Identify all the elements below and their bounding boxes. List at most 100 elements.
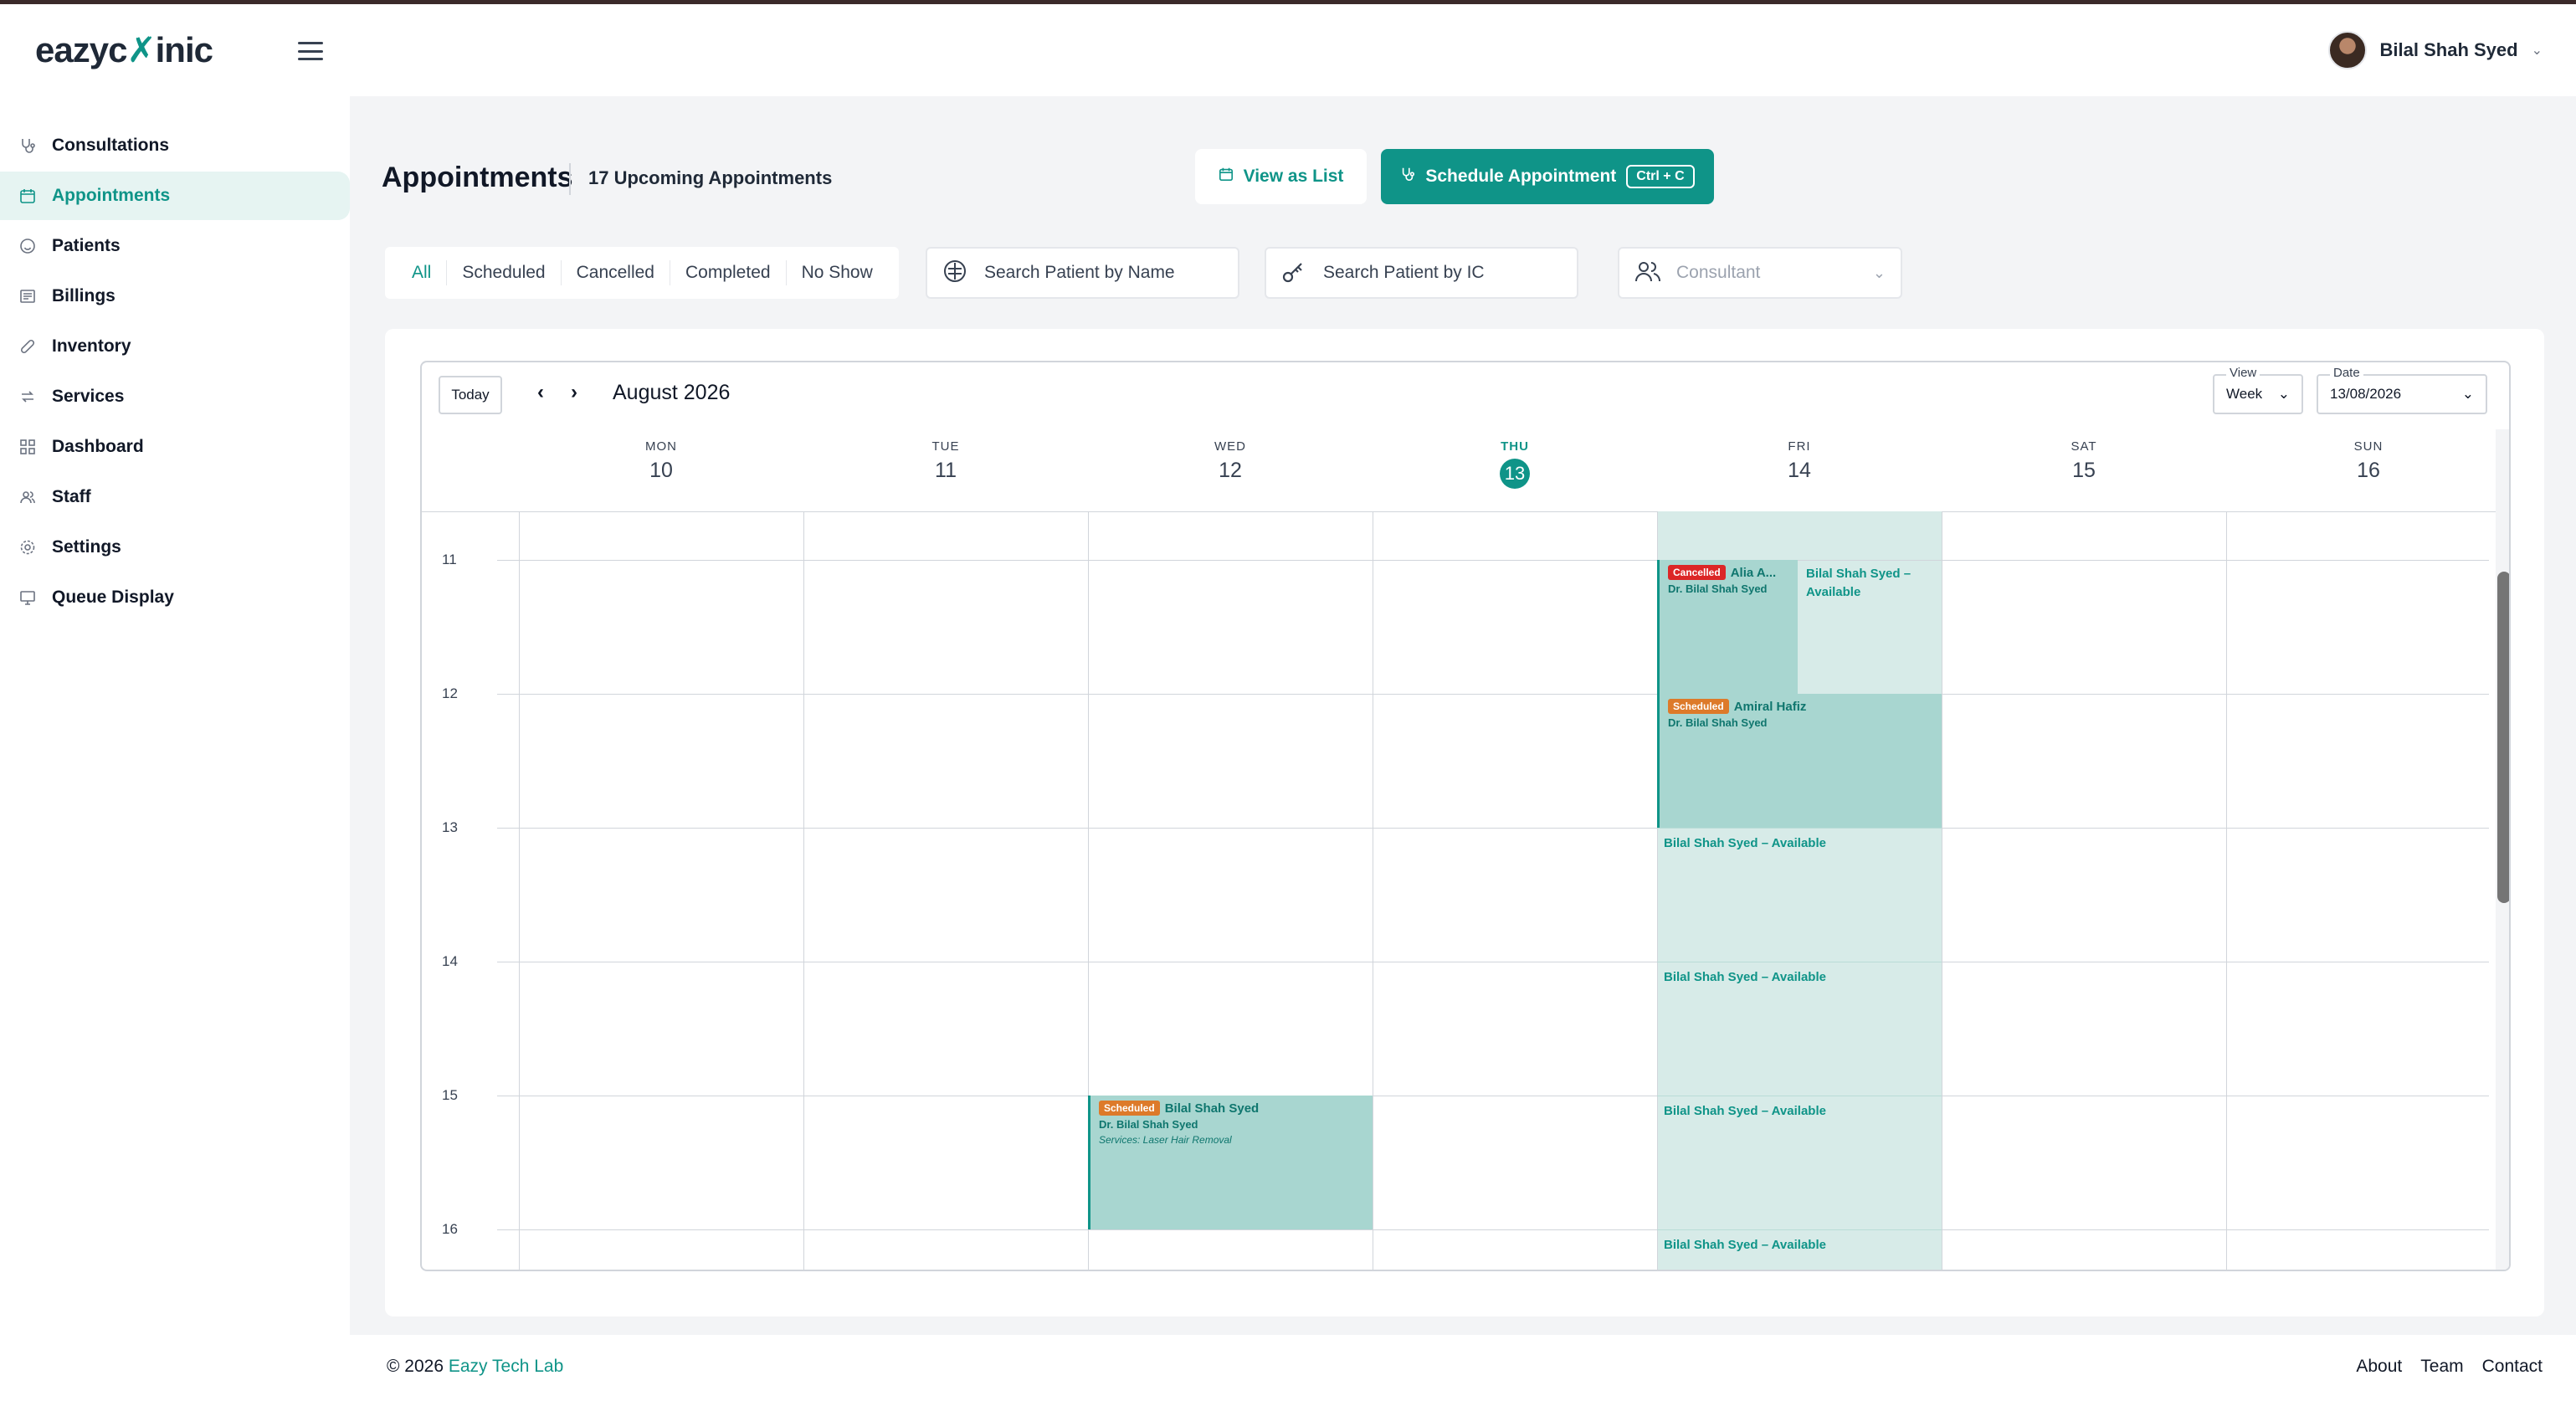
status-badge: Cancelled — [1668, 565, 1726, 580]
week-calendar: Today ‹ › August 2026 View Week ⌄ Date 1… — [420, 361, 2511, 1271]
chevron-down-icon: ⌄ — [2277, 386, 2290, 402]
sidebar-item-label: Billings — [52, 286, 115, 305]
sidebar-item-label: Staff — [52, 487, 91, 506]
date-select[interactable]: Date 13/08/2026 ⌄ — [2317, 366, 2487, 414]
footer-link-about[interactable]: About — [2356, 1357, 2402, 1377]
calendar-icon — [1219, 167, 1234, 187]
availability-slot[interactable]: Bilal Shah Syed – Available — [1806, 565, 1932, 602]
sidebar-item-appointments[interactable]: Appointments — [0, 172, 350, 220]
sidebar-item-billings[interactable]: Billings — [0, 272, 350, 321]
calendar-icon — [18, 187, 37, 205]
sidebar-item-inventory[interactable]: Inventory — [0, 322, 350, 371]
hour-label: 16 — [442, 1221, 458, 1237]
prev-week-icon[interactable]: ‹ — [537, 381, 544, 404]
sidebar-item-services[interactable]: Services — [0, 372, 350, 421]
doctor-name: Dr. Bilal Shah Syed — [1099, 1118, 1198, 1131]
top-header: eazyc✗inic Bilal Shah Syed ⌄ — [0, 4, 2576, 96]
sidebar-item-staff[interactable]: Staff — [0, 473, 350, 521]
user-name: Bilal Shah Syed — [2379, 39, 2518, 60]
smile-icon — [18, 237, 37, 255]
sidebar-item-label: Queue Display — [52, 588, 174, 607]
app-logo[interactable]: eazyc✗inic — [35, 29, 213, 70]
id-card-icon — [942, 259, 967, 288]
monitor-icon — [18, 588, 37, 607]
availability-slot[interactable]: Bilal Shah Syed – Available — [1664, 1102, 1826, 1121]
day-header-thu: THU 13 — [1373, 439, 1657, 489]
hour-label: 13 — [442, 819, 458, 835]
availability-slot[interactable]: Bilal Shah Syed – Available — [1664, 968, 1826, 987]
main-content: Appointments 17 Upcoming Appointments Vi… — [350, 96, 2576, 1335]
service-name: Services: Laser Hair Removal — [1099, 1134, 1232, 1146]
stethoscope-icon — [1400, 167, 1415, 187]
date-value: 13/08/2026 — [2330, 386, 2402, 402]
consultant-select[interactable]: Consultant ⌄ — [1618, 247, 1902, 299]
view-as-list-button[interactable]: View as List — [1195, 149, 1367, 204]
gear-icon — [18, 538, 37, 557]
day-header-tue: TUE 11 — [931, 439, 960, 482]
sidebar-item-dashboard[interactable]: Dashboard — [0, 423, 350, 471]
view-label: View — [2226, 366, 2260, 380]
title-divider — [569, 163, 571, 195]
filter-tab-all[interactable]: All — [402, 260, 448, 285]
appointment-scheduled[interactable]: Scheduled Bilal Shah Syed Dr. Bilal Shah… — [1088, 1096, 1373, 1229]
sidebar-item-consultations[interactable]: Consultations — [0, 121, 350, 170]
footer-link-team[interactable]: Team — [2420, 1357, 2463, 1377]
upcoming-count: 17 Upcoming Appointments — [588, 167, 833, 188]
user-menu[interactable]: Bilal Shah Syed ⌄ — [2327, 31, 2543, 69]
appointment-cancelled[interactable]: Cancelled Alia A... Dr. Bilal Shah Syed — [1657, 560, 1798, 694]
footer: © 2026 Eazy Tech Lab About Team Contact — [350, 1335, 2576, 1401]
stethoscope-icon — [18, 136, 37, 155]
scrollbar-thumb[interactable] — [2497, 572, 2509, 903]
avatar — [2327, 31, 2367, 69]
status-badge: Scheduled — [1668, 699, 1729, 714]
footer-link-contact[interactable]: Contact — [2482, 1357, 2543, 1377]
patient-name: Bilal Shah Syed — [1164, 1101, 1260, 1116]
sidebar-item-label: Settings — [52, 537, 121, 557]
search-name-input[interactable] — [984, 263, 1210, 283]
sidebar: Consultations Appointments Patients Bill… — [0, 96, 350, 1401]
sidebar-item-patients[interactable]: Patients — [0, 222, 350, 270]
calendar-card: Today ‹ › August 2026 View Week ⌄ Date 1… — [385, 329, 2544, 1316]
chevron-down-icon: ⌄ — [1872, 264, 1886, 281]
doctor-name: Dr. Bilal Shah Syed — [1668, 716, 1768, 729]
footer-links: About Team Contact — [2356, 1357, 2543, 1377]
view-value: Week — [2226, 386, 2263, 402]
hour-label: 15 — [442, 1087, 458, 1103]
hour-label: 14 — [442, 953, 458, 969]
availability-slot[interactable]: Bilal Shah Syed – Available — [1664, 1236, 1826, 1255]
sidebar-item-queue-display[interactable]: Queue Display — [0, 573, 350, 622]
chevron-down-icon: ⌄ — [2531, 44, 2543, 58]
sidebar-item-label: Appointments — [52, 186, 171, 205]
next-week-icon[interactable]: › — [571, 381, 577, 404]
appointment-scheduled[interactable]: Scheduled Amiral Hafiz Dr. Bilal Shah Sy… — [1657, 694, 1942, 828]
key-icon — [1281, 259, 1306, 288]
date-label: Date — [2330, 366, 2363, 380]
day-header-sat: SAT 15 — [2071, 439, 2097, 482]
swap-icon — [18, 387, 37, 406]
day-header-mon: MON 10 — [645, 439, 677, 482]
filter-tab-completed[interactable]: Completed — [670, 260, 787, 285]
patient-name: Amiral Hafiz — [1733, 699, 1807, 714]
view-select[interactable]: View Week ⌄ — [2213, 366, 2303, 414]
filter-tab-scheduled[interactable]: Scheduled — [447, 260, 562, 285]
brand-link[interactable]: Eazy Tech Lab — [449, 1357, 563, 1376]
grid-icon — [18, 438, 37, 456]
doctor-name: Dr. Bilal Shah Syed — [1668, 582, 1768, 595]
users-icon — [18, 488, 37, 506]
filter-tab-no-show[interactable]: No Show — [787, 260, 888, 285]
day-header-sun: SUN 16 — [2353, 439, 2384, 482]
sidebar-item-label: Services — [52, 387, 125, 406]
availability-slot[interactable]: Bilal Shah Syed – Available — [1664, 834, 1826, 853]
today-button[interactable]: Today — [439, 376, 502, 414]
time-grid: 11 12 13 14 15 16 Cancelled Alia A... Dr… — [422, 511, 2489, 1270]
schedule-appointment-button[interactable]: Schedule Appointment Ctrl + C — [1381, 149, 1714, 204]
status-filter-tabs: All Scheduled Cancelled Completed No Sho… — [385, 247, 899, 299]
search-ic-input[interactable] — [1323, 263, 1549, 283]
day-header-wed: WED 12 — [1214, 439, 1246, 482]
consultant-placeholder: Consultant — [1676, 263, 1761, 282]
sidebar-item-label: Inventory — [52, 336, 131, 356]
sidebar-item-settings[interactable]: Settings — [0, 523, 350, 572]
hamburger-menu-icon[interactable] — [298, 42, 323, 60]
filter-tab-cancelled[interactable]: Cancelled — [562, 260, 670, 285]
search-name-field — [926, 247, 1239, 299]
